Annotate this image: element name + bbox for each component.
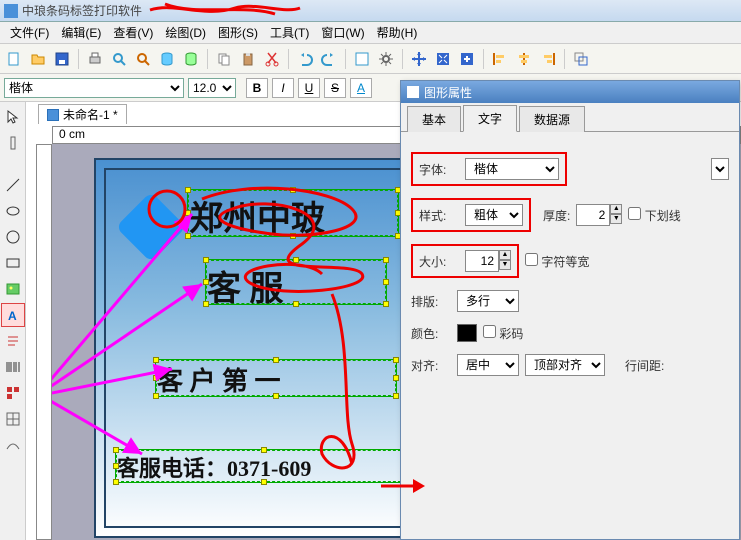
menu-window[interactable]: 窗口(W) (315, 22, 370, 43)
font-dropdown-extra[interactable] (711, 158, 729, 180)
main-toolbar (0, 44, 741, 74)
valign-select[interactable]: 顶部对齐 (525, 354, 605, 376)
underline-button[interactable]: U (298, 78, 320, 98)
pick-tool[interactable] (1, 131, 25, 155)
align-right-button[interactable] (538, 49, 558, 69)
panel-tabs: 基本 文字 数据源 (401, 103, 739, 131)
colorcode-check[interactable] (483, 325, 496, 338)
doc-icon (47, 109, 59, 121)
panel-header[interactable]: 图形属性 (401, 81, 739, 103)
doc-tab-label: 未命名-1 * (63, 106, 118, 123)
color-label: 颜色: (411, 325, 451, 342)
panel-icon (407, 86, 419, 98)
app-icon (4, 4, 18, 18)
menu-edit[interactable]: 编辑(E) (55, 22, 107, 43)
richtext-tool[interactable] (1, 329, 25, 353)
copy-button[interactable] (214, 49, 234, 69)
text-object-2[interactable]: 客 服 (206, 260, 386, 304)
redo-button[interactable] (319, 49, 339, 69)
image-tool[interactable] (1, 277, 25, 301)
text-object-4[interactable]: 客服电话：0371-609 (116, 450, 411, 482)
window-title: 中琅条码标签打印软件 (22, 2, 142, 19)
move-button[interactable] (409, 49, 429, 69)
line-tool[interactable] (1, 173, 25, 197)
curve-tool[interactable] (1, 433, 25, 457)
text-object-1[interactable]: 郑州中玻 (188, 190, 398, 236)
ellipse-tool[interactable] (1, 199, 25, 223)
layout-label: 排版: (411, 293, 451, 310)
rect-tool[interactable] (1, 251, 25, 275)
font-label: 字体: (419, 161, 459, 178)
undo-button[interactable] (295, 49, 315, 69)
db2-button[interactable] (181, 49, 201, 69)
bold-button[interactable]: B (246, 78, 268, 98)
qr-tool[interactable] (1, 381, 25, 405)
pointer-tool[interactable] (1, 105, 25, 129)
tab-datasource[interactable]: 数据源 (519, 106, 585, 132)
fit-button[interactable] (433, 49, 453, 69)
barcode-tool[interactable] (1, 355, 25, 379)
menu-bar: 文件(F) 编辑(E) 查看(V) 绘图(D) 图形(S) 工具(T) 窗口(W… (0, 22, 741, 44)
svg-text:A: A (8, 309, 17, 323)
properties-panel[interactable]: 图形属性 基本 文字 数据源 字体: 楷体 样式: 粗体 厚度: ▲▼ 下划线 … (400, 80, 740, 540)
color-swatch[interactable] (457, 324, 477, 342)
tab-text[interactable]: 文字 (463, 105, 517, 132)
zoom-button[interactable] (457, 49, 477, 69)
doc-settings-button[interactable] (352, 49, 372, 69)
layout-select[interactable]: 多行 (457, 290, 519, 312)
db-button[interactable] (157, 49, 177, 69)
align-label: 对齐: (411, 357, 451, 374)
print-button[interactable] (85, 49, 105, 69)
menu-shape[interactable]: 图形(S) (212, 22, 264, 43)
text-tool[interactable]: A (1, 303, 25, 327)
menu-file[interactable]: 文件(F) (4, 22, 55, 43)
font-select[interactable]: 楷体 (465, 158, 559, 180)
gear-button[interactable] (376, 49, 396, 69)
halign-select[interactable]: 居中 (457, 354, 519, 376)
group-button[interactable] (571, 49, 591, 69)
panel-title: 图形属性 (424, 84, 472, 101)
document-tab[interactable]: 未命名-1 * (38, 104, 127, 124)
title-bar: 中琅条码标签打印软件 (0, 0, 741, 22)
text-2: 客 服 (207, 271, 284, 308)
font-size-select[interactable]: 12.0 (188, 78, 236, 98)
paste-button[interactable] (238, 49, 258, 69)
color-button[interactable]: A (350, 78, 372, 98)
align-left-button[interactable] (490, 49, 510, 69)
text-4: 客服电话：0371-609 (117, 456, 311, 481)
strike-button[interactable]: S (324, 78, 346, 98)
menu-view[interactable]: 查看(V) (107, 22, 159, 43)
menu-draw[interactable]: 绘图(D) (159, 22, 212, 43)
thickness-spin[interactable]: ▲▼ (576, 204, 622, 226)
tab-basic[interactable]: 基本 (407, 106, 461, 132)
preview2-button[interactable] (133, 49, 153, 69)
label-design[interactable]: 郑州中玻 客 服 客 户 第 一 客服电话：0371-609 (94, 158, 424, 538)
align-center-button[interactable] (514, 49, 534, 69)
style-label: 样式: (419, 207, 459, 224)
menu-help[interactable]: 帮助(H) (371, 22, 424, 43)
open-button[interactable] (28, 49, 48, 69)
preview-button[interactable] (109, 49, 129, 69)
text-object-3[interactable]: 客 户 第 一 (156, 360, 396, 396)
underline-check[interactable] (628, 207, 641, 220)
new-button[interactable] (4, 49, 24, 69)
thickness-label: 厚度: (543, 207, 570, 224)
linespace-label: 行间距: (625, 357, 664, 374)
ruler-vertical (36, 144, 52, 540)
text-1: 郑州中玻 (189, 201, 325, 238)
size-spin[interactable]: ▲▼ (465, 250, 511, 272)
italic-button[interactable]: I (272, 78, 294, 98)
menu-tool[interactable]: 工具(T) (264, 22, 315, 43)
save-button[interactable] (52, 49, 72, 69)
grid-tool[interactable] (1, 407, 25, 431)
style-select[interactable]: 粗体 (465, 204, 523, 226)
text-3: 客 户 第 一 (157, 367, 281, 396)
font-name-select[interactable]: 楷体 (4, 78, 184, 98)
size-label: 大小: (419, 253, 459, 270)
side-toolbar: A (0, 102, 26, 540)
oval-tool[interactable] (1, 225, 25, 249)
monospace-check[interactable] (525, 253, 538, 266)
cut-button[interactable] (262, 49, 282, 69)
